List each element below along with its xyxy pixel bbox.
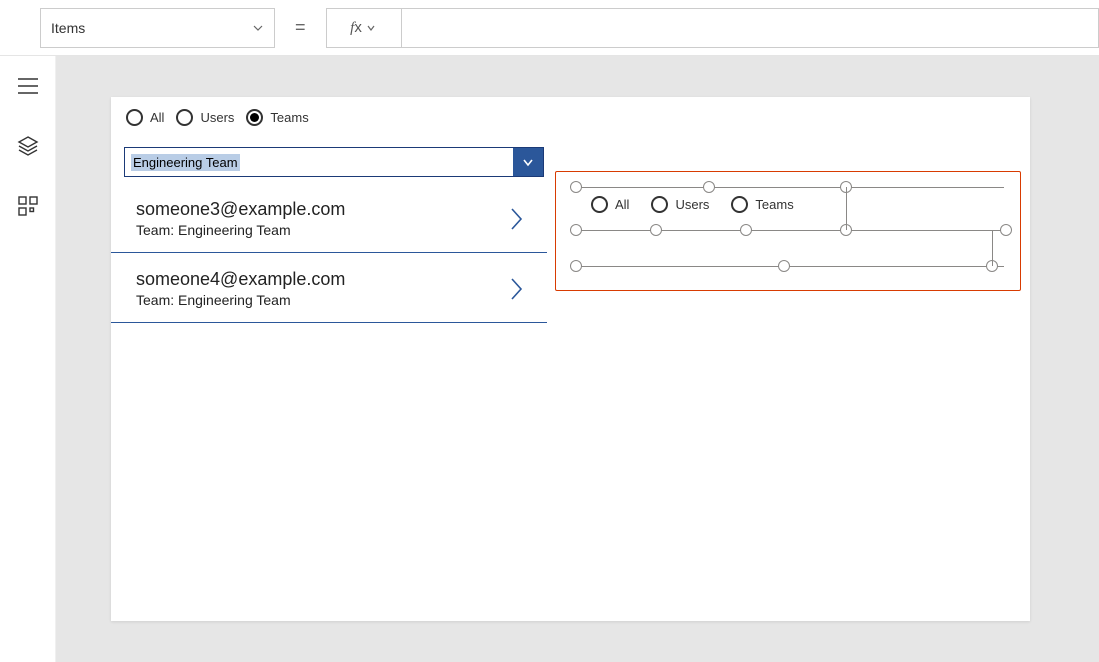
formula-input-wrapper: fx <box>326 8 1099 48</box>
radio-icon <box>651 196 668 213</box>
formula-input[interactable] <box>402 9 1098 47</box>
radio-label: Users <box>675 197 709 212</box>
app-canvas[interactable]: All Users Teams Engineering Team <box>111 97 1030 621</box>
control-border <box>992 230 993 266</box>
hamburger-icon[interactable] <box>16 74 40 98</box>
filter-radio-group-left[interactable]: All Users Teams <box>126 109 309 126</box>
equals-label: = <box>275 17 326 38</box>
radio-icon <box>591 196 608 213</box>
chevron-down-icon <box>521 155 535 169</box>
selected-control-outline[interactable]: All Users Teams <box>555 171 1021 291</box>
list-item[interactable]: someone3@example.com Team: Engineering T… <box>111 183 547 253</box>
radio-users[interactable]: Users <box>651 196 709 213</box>
chevron-right-icon <box>509 205 537 233</box>
radio-label: Users <box>200 110 234 125</box>
team-dropdown[interactable]: Engineering Team <box>124 147 544 177</box>
fx-label: fx <box>350 19 362 37</box>
left-rail <box>0 56 56 662</box>
property-dropdown[interactable]: Items <box>40 8 275 48</box>
resize-handle[interactable] <box>778 260 790 272</box>
chevron-down-icon <box>252 22 264 34</box>
radio-icon <box>731 196 748 213</box>
result-list: someone3@example.com Team: Engineering T… <box>111 183 547 323</box>
list-item[interactable]: someone4@example.com Team: Engineering T… <box>111 253 547 323</box>
list-item-team: Team: Engineering Team <box>136 222 509 238</box>
control-border <box>576 266 1004 267</box>
radio-users[interactable]: Users <box>176 109 234 126</box>
layers-icon[interactable] <box>16 134 40 158</box>
filter-radio-group-right[interactable]: All Users Teams <box>591 196 794 213</box>
property-name: Items <box>51 20 85 36</box>
resize-handle[interactable] <box>703 181 715 193</box>
radio-label: All <box>615 197 629 212</box>
control-border <box>576 230 1004 231</box>
radio-label: Teams <box>755 197 793 212</box>
grid-icon[interactable] <box>16 194 40 218</box>
list-item-email: someone3@example.com <box>136 199 509 220</box>
formula-bar: Items = fx <box>0 0 1099 56</box>
control-border <box>576 187 1004 188</box>
radio-teams[interactable]: Teams <box>731 196 793 213</box>
fx-button[interactable]: fx <box>327 9 402 47</box>
radio-icon <box>126 109 143 126</box>
dropdown-value: Engineering Team <box>125 148 513 176</box>
radio-all[interactable]: All <box>126 109 164 126</box>
resize-handle[interactable] <box>570 224 582 236</box>
resize-handle[interactable] <box>570 181 582 193</box>
radio-label: All <box>150 110 164 125</box>
radio-all[interactable]: All <box>591 196 629 213</box>
list-item-team: Team: Engineering Team <box>136 292 509 308</box>
resize-handle[interactable] <box>1000 224 1012 236</box>
dropdown-toggle[interactable] <box>513 148 543 176</box>
control-border <box>846 187 847 230</box>
radio-label: Teams <box>270 110 308 125</box>
chevron-right-icon <box>509 275 537 303</box>
canvas-background: All Users Teams Engineering Team <box>56 56 1099 662</box>
resize-handle[interactable] <box>570 260 582 272</box>
resize-handle[interactable] <box>650 224 662 236</box>
radio-icon <box>246 109 263 126</box>
dropdown-value-text: Engineering Team <box>131 154 240 171</box>
radio-icon <box>176 109 193 126</box>
radio-teams[interactable]: Teams <box>246 109 308 126</box>
list-item-email: someone4@example.com <box>136 269 509 290</box>
resize-handle[interactable] <box>740 224 752 236</box>
